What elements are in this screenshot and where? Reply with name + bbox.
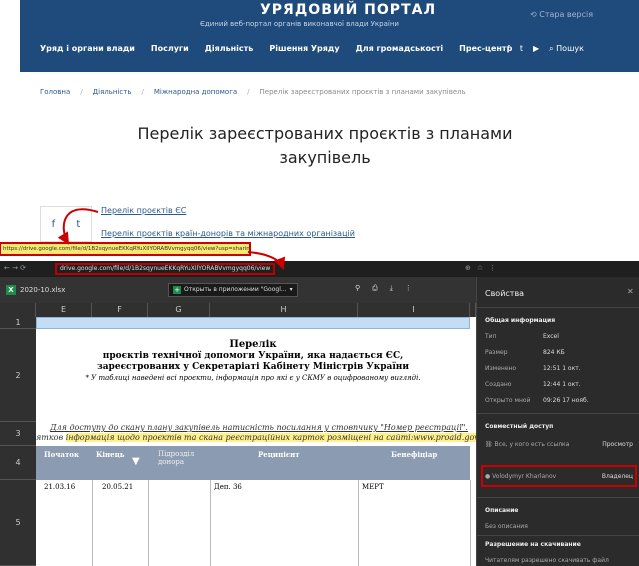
property-row: Создано 12:44 1 окт.	[485, 381, 581, 388]
table-header: Реципієнт	[258, 450, 300, 459]
portal-title[interactable]: Урядовий портал	[260, 2, 436, 18]
column-header: F	[92, 303, 148, 317]
property-row: Изменено 12:51 1 окт.	[485, 365, 581, 372]
page-title: Перелік зареєстрованих проєктів з планам…	[137, 124, 513, 167]
share-box: f t	[40, 206, 92, 242]
link-url-tooltip: https://drive.google.com/file/d/1B2sqynu…	[0, 243, 250, 255]
property-row: Тип Excel	[485, 333, 559, 340]
drive-viewer: ← → ⟳ drive.google.com/file/d/1B2sqynueE…	[0, 261, 639, 566]
browser-action-icons[interactable]: ⊕☆⋮	[465, 264, 502, 272]
row-header: 2	[0, 329, 36, 422]
download-value: Читателям разрешено скачивать файл	[485, 557, 609, 564]
viewer-toolbar: X 2020-10.xlsx + Открыть в приложении "G…	[0, 277, 476, 303]
heading-line: проєктів технічної допомоги України, яка…	[102, 351, 404, 361]
eu-projects-link[interactable]: Перелік проєктів ЄС	[101, 206, 186, 215]
nav-item[interactable]: Рішення Уряду	[269, 44, 339, 53]
table-cell[interactable]: МЕРТ	[362, 483, 384, 491]
sheets-icon: +	[173, 286, 181, 294]
twitter-icon[interactable]: t	[520, 44, 523, 54]
column-header: E	[36, 303, 92, 317]
nav-item[interactable]: Діяльність	[205, 44, 254, 53]
chevron-down-icon: ▾	[289, 286, 293, 293]
note-line: Для доступу до скану плану закупівель на…	[50, 423, 468, 432]
twitter-share-icon[interactable]: t	[76, 219, 80, 230]
spreadsheet-preview: E F G H I 1 2 3 4 5 Перелік проєктів тех…	[0, 303, 476, 566]
table-header-row: Початок Кінець ▼ Підрозділ донора Реципі…	[36, 446, 470, 480]
sharing-row[interactable]: ⛓ Все, у кого есть ссылка Просмотр	[485, 441, 635, 448]
portal-header: Урядовий портал Єдиний веб-портал органі…	[20, 0, 639, 72]
old-version-link[interactable]: ⟲ Стара версія	[530, 10, 593, 19]
breadcrumb-item[interactable]: Головна	[40, 88, 70, 96]
property-row: Открыто мной 09:26 17 нояб.	[485, 397, 589, 404]
grid-line	[210, 480, 211, 566]
breadcrumb-item[interactable]: Міжнародна допомога	[154, 88, 237, 96]
divider	[477, 307, 639, 308]
column-header: H	[210, 303, 358, 317]
close-icon[interactable]: ✕	[627, 287, 634, 296]
row-header: 1	[0, 317, 36, 329]
row-header: 5	[0, 480, 36, 566]
breadcrumb-item[interactable]: Діяльність	[93, 88, 132, 96]
divider	[477, 535, 639, 536]
breadcrumb: Головна / Діяльність / Міжнародна допомога…	[40, 88, 466, 96]
divider	[477, 413, 639, 414]
breadcrumb-current: Перелік зареєстрованих проєктів з планам…	[259, 88, 466, 96]
main-nav: Уряд і органи влади Послуги Діяльність Р…	[40, 44, 512, 53]
nav-arrows-icon[interactable]: ← → ⟳	[4, 264, 26, 272]
nav-item[interactable]: Для громадськості	[356, 44, 444, 53]
note-line: ятков інформація щодо проєктів та скана …	[36, 433, 476, 442]
open-with-button[interactable]: + Открыть в приложении "Googl... ▾	[168, 283, 298, 297]
table-header: Кінець	[96, 450, 125, 459]
link-icon: ⛓	[485, 441, 495, 448]
column-header: G	[148, 303, 210, 317]
selected-row[interactable]	[36, 317, 470, 329]
property-row: Размер 824 КБ	[485, 349, 565, 356]
file-name: 2020-10.xlsx	[20, 286, 66, 294]
table-header: Початок	[44, 450, 79, 459]
nav-item[interactable]: Уряд і органи влади	[40, 44, 135, 53]
table-header: Підрозділ донора	[158, 450, 195, 466]
facebook-icon[interactable]: f	[507, 44, 510, 54]
nav-item[interactable]: Прес-центр	[459, 44, 512, 53]
general-info-title: Общая информация	[485, 317, 556, 324]
history-icon: ⟲	[530, 10, 540, 19]
donor-projects-link[interactable]: Перелік проєктів країн-донорів та міжнар…	[101, 229, 355, 238]
highlighted-text: інформація щодо проєктів та скана реєстр…	[65, 433, 476, 442]
description-value: Без описания	[485, 523, 528, 530]
table-cell[interactable]: 20.05.21	[102, 483, 133, 491]
excel-file-icon: X	[6, 285, 16, 295]
browser-url-bar: ← → ⟳ drive.google.com/file/d/1B2sqynueE…	[0, 261, 639, 277]
filter-icon[interactable]: ▼	[132, 456, 140, 467]
row-header: 4	[0, 446, 36, 480]
toolbar-actions[interactable]: ⚲⎙⤓⋮	[355, 284, 424, 293]
grid-line	[470, 480, 471, 566]
table-cell[interactable]: Деп. 36	[214, 483, 242, 491]
heading-line: Перелік	[229, 339, 277, 350]
social-links: f t ▶ ⌕ Пошук	[507, 44, 584, 54]
sharing-row[interactable]: ● Volodymyr Kharlanov Владелец	[485, 473, 635, 480]
nav-item[interactable]: Послуги	[151, 44, 189, 53]
grid-line	[148, 480, 149, 566]
properties-title: Свойства	[485, 289, 525, 298]
sheet-heading: Перелік проєктів технічної допомоги Укра…	[36, 339, 470, 383]
table-header: Бенефіціар	[391, 450, 438, 459]
row-header: 3	[0, 422, 36, 446]
column-header: I	[358, 303, 470, 317]
address-field[interactable]: drive.google.com/file/d/1B2sqynueEKKqRYu…	[55, 263, 275, 275]
facebook-share-icon[interactable]: f	[52, 219, 56, 230]
search-button[interactable]: ⌕ Пошук	[549, 44, 584, 54]
table-cell[interactable]: 21.03.16	[44, 483, 75, 491]
heading-note: * У таблиці наведені всі проєкти, інформ…	[85, 374, 421, 382]
corner-cell	[0, 303, 36, 317]
download-title: Разрешение на скачивание	[485, 541, 581, 548]
divider	[477, 497, 639, 498]
heading-line: зареєстрованих у Секретаріаті Кабінету М…	[96, 362, 410, 372]
portal-subtitle: Єдиний веб-портал органів виконавчої вла…	[200, 20, 399, 28]
properties-panel: Свойства ✕ Общая информация Тип Excel Раз…	[476, 277, 639, 566]
sharing-title: Совместный доступ	[485, 423, 554, 430]
youtube-icon[interactable]: ▶	[533, 44, 539, 54]
grid-line	[358, 480, 359, 566]
description-title: Описание	[485, 507, 519, 514]
grid-line	[92, 480, 93, 566]
